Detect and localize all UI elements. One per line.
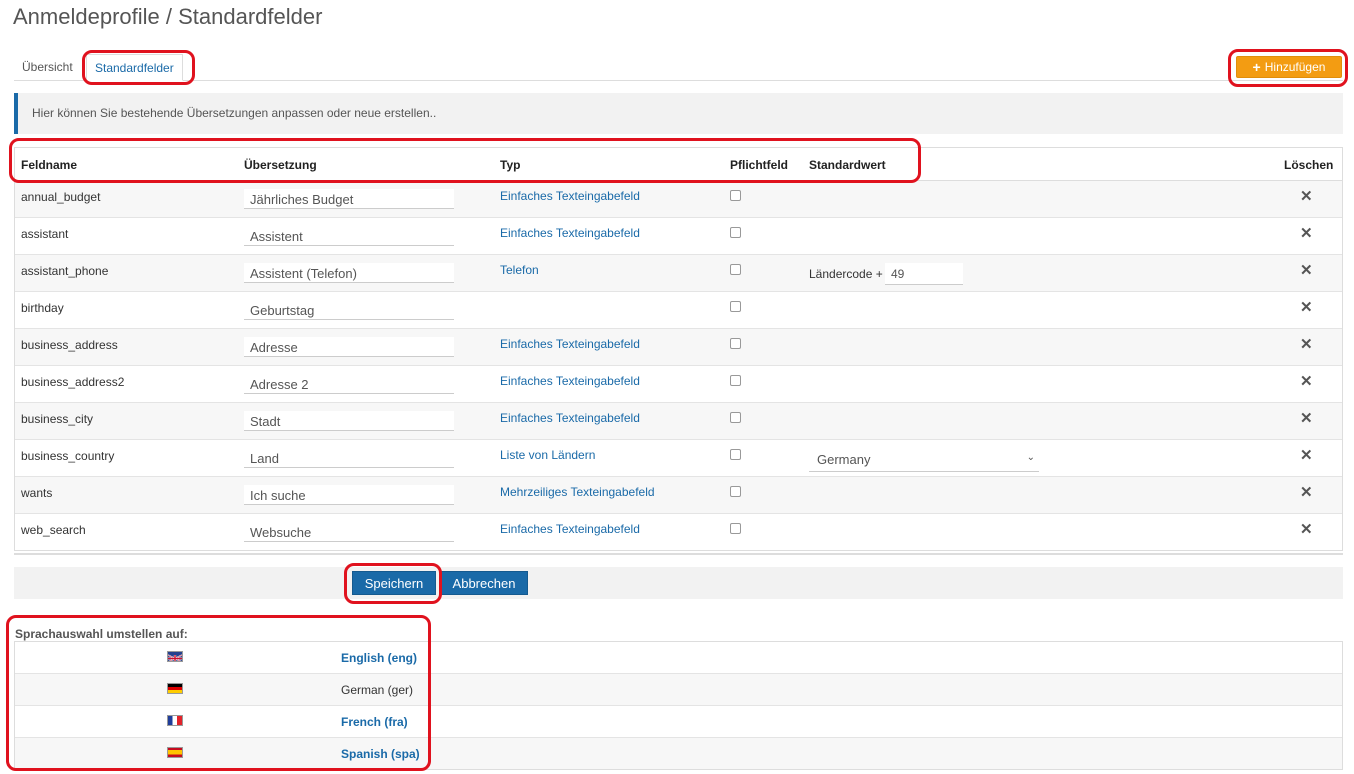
chevron-down-icon: ⌄ — [1026, 452, 1035, 463]
field-name: business_address — [21, 338, 118, 352]
divider — [14, 553, 1343, 555]
add-button[interactable]: + Hinzufügen — [1236, 56, 1342, 78]
germany-flag-icon — [167, 683, 183, 694]
required-checkbox[interactable] — [730, 227, 741, 238]
field-name: assistant_phone — [21, 264, 109, 278]
close-icon[interactable]: ✕ — [1300, 224, 1313, 242]
close-icon[interactable]: ✕ — [1300, 187, 1313, 205]
required-checkbox[interactable] — [730, 523, 741, 534]
field-name: business_city — [21, 412, 94, 426]
add-button-label: Hinzufügen — [1264, 60, 1326, 74]
table-row: business_country Liste von Ländern German… — [15, 440, 1342, 477]
field-name: birthday — [21, 301, 64, 315]
field-name: web_search — [21, 523, 86, 537]
translation-input[interactable] — [244, 300, 454, 320]
language-row: Spanish (spa) — [15, 738, 1342, 769]
required-checkbox[interactable] — [730, 375, 741, 386]
close-icon[interactable]: ✕ — [1300, 446, 1313, 464]
column-header-default: Standardwert — [809, 158, 886, 172]
info-box: Hier können Sie bestehende Übersetzungen… — [14, 93, 1343, 134]
table-header: Feldname Übersetzung Typ Pflichtfeld Sta… — [15, 148, 1342, 181]
field-type-link[interactable]: Einfaches Texteingabefeld — [500, 337, 640, 351]
cancel-button[interactable]: Abbrechen — [440, 571, 528, 595]
column-header-translation: Übersetzung — [244, 158, 317, 172]
language-row: French (fra) — [15, 706, 1342, 738]
field-type-link[interactable]: Einfaches Texteingabefeld — [500, 411, 640, 425]
table-row: annual_budget Einfaches Texteingabefeld ✕ — [15, 181, 1342, 218]
close-icon[interactable]: ✕ — [1300, 298, 1313, 316]
language-row: German (ger) — [15, 674, 1342, 706]
required-checkbox[interactable] — [730, 301, 741, 312]
close-icon[interactable]: ✕ — [1300, 372, 1313, 390]
close-icon[interactable]: ✕ — [1300, 261, 1313, 279]
close-icon[interactable]: ✕ — [1300, 520, 1313, 538]
field-type-link[interactable]: Einfaches Texteingabefeld — [500, 374, 640, 388]
translation-input[interactable] — [244, 485, 454, 505]
country-code-label: Ländercode + — [809, 267, 883, 281]
table-row: business_city Einfaches Texteingabefeld ✕ — [15, 403, 1342, 440]
field-type-link[interactable]: Telefon — [500, 263, 539, 277]
language-switch-title: Sprachauswahl umstellen auf: — [15, 627, 188, 641]
table-row: assistant Einfaches Texteingabefeld ✕ — [15, 218, 1342, 255]
uk-flag-icon — [167, 651, 183, 662]
field-type-link[interactable]: Einfaches Texteingabefeld — [500, 522, 640, 536]
required-checkbox[interactable] — [730, 338, 741, 349]
close-icon[interactable]: ✕ — [1300, 483, 1313, 501]
close-icon[interactable]: ✕ — [1300, 335, 1313, 353]
column-header-required: Pflichtfeld — [730, 158, 789, 172]
translation-input[interactable] — [244, 374, 454, 394]
table-row: birthday ✕ — [15, 292, 1342, 329]
table-row: wants Mehrzeiliges Texteingabefeld ✕ — [15, 477, 1342, 514]
country-select-value: Germany — [817, 452, 871, 467]
field-name: wants — [21, 486, 53, 500]
field-type-link[interactable]: Einfaches Texteingabefeld — [500, 226, 640, 240]
action-bar: Speichern Abbrechen — [14, 567, 1343, 599]
plus-icon: + — [1252, 59, 1261, 75]
page-title: Anmeldeprofile / Standardfelder — [13, 4, 323, 29]
required-checkbox[interactable] — [730, 486, 741, 497]
translation-input[interactable] — [244, 226, 454, 246]
table-row: business_address Einfaches Texteingabefel… — [15, 329, 1342, 366]
country-code-input[interactable] — [885, 263, 963, 285]
field-name: business_address2 — [21, 375, 125, 389]
field-type-link[interactable]: Einfaches Texteingabefeld — [500, 189, 640, 203]
france-flag-icon — [167, 715, 183, 726]
translation-input[interactable] — [244, 411, 454, 431]
column-header-type: Typ — [500, 158, 521, 172]
field-type-link[interactable]: Liste von Ländern — [500, 448, 595, 462]
translation-input[interactable] — [244, 189, 454, 209]
translation-input[interactable] — [244, 448, 454, 468]
table-row: web_search Einfaches Texteingabefeld ✕ — [15, 514, 1342, 550]
translation-input[interactable] — [244, 337, 454, 357]
required-checkbox[interactable] — [730, 264, 741, 275]
language-row: English (eng) — [15, 642, 1342, 674]
field-name: business_country — [21, 449, 115, 463]
required-checkbox[interactable] — [730, 190, 741, 201]
field-name: annual_budget — [21, 190, 101, 204]
language-link: German (ger) — [341, 683, 414, 697]
column-header-fieldname: Feldname — [21, 158, 78, 172]
language-link[interactable]: English (eng) — [341, 651, 417, 665]
language-link[interactable]: Spanish (spa) — [341, 747, 420, 761]
tab-standard-fields[interactable]: Standardfelder — [86, 54, 183, 81]
country-select[interactable]: Germany ⌄ — [809, 448, 1039, 472]
required-checkbox[interactable] — [730, 449, 741, 460]
tab-bar: Übersicht Standardfelder — [14, 54, 1343, 81]
required-checkbox[interactable] — [730, 412, 741, 423]
translation-input[interactable] — [244, 263, 454, 283]
table-row: assistant_phone Telefon Ländercode + ✕ — [15, 255, 1342, 292]
spain-flag-icon — [167, 747, 183, 758]
field-type-link[interactable]: Mehrzeiliges Texteingabefeld — [500, 485, 655, 499]
field-name: assistant — [21, 227, 69, 241]
save-button[interactable]: Speichern — [352, 571, 436, 595]
table-row: business_address2 Einfaches Texteingabefe… — [15, 366, 1342, 403]
language-table: English (eng) German (ger) French (fra) Spa… — [14, 641, 1343, 770]
tab-overview[interactable]: Übersicht — [14, 54, 81, 80]
translation-input[interactable] — [244, 522, 454, 542]
column-header-delete: Löschen — [1284, 158, 1334, 172]
fields-table: Feldname Übersetzung Typ Pflichtfeld Sta… — [14, 147, 1343, 551]
language-link[interactable]: French (fra) — [341, 715, 408, 729]
close-icon[interactable]: ✕ — [1300, 409, 1313, 427]
